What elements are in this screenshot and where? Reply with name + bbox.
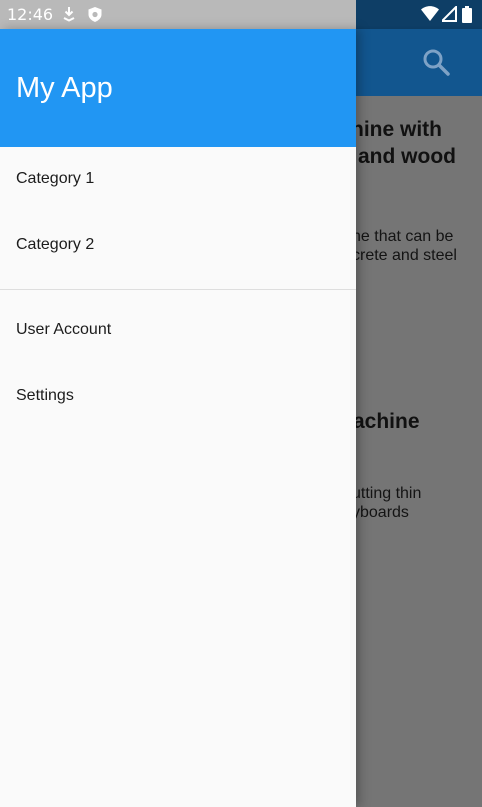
- drawer-item-category-1[interactable]: Category 1: [0, 153, 356, 209]
- drawer-item-label: Category 2: [16, 236, 95, 253]
- search-icon[interactable]: [422, 48, 450, 81]
- drawer-item-label: Category 1: [16, 170, 95, 187]
- drawer-header: My App: [0, 29, 356, 147]
- drawer-item-user-account[interactable]: User Account: [0, 304, 356, 360]
- background-content: [356, 96, 482, 807]
- drawer-item-label: Settings: [16, 387, 74, 404]
- article-2-title-line-1: achine: [353, 410, 420, 433]
- wifi-icon: [421, 6, 439, 27]
- article-2-body-line-1: utting thin: [352, 485, 422, 502]
- drawer-title: My App: [16, 72, 113, 104]
- status-bar-left: 12:46: [0, 0, 356, 29]
- navigation-drawer: My App Category 1 Category 2 User Accoun…: [0, 29, 356, 807]
- drawer-item-label: User Account: [16, 321, 112, 338]
- article-1-title-line-2: and wood: [358, 145, 456, 168]
- battery-icon: [462, 6, 472, 28]
- article-1-title-line-1: hine with: [351, 118, 442, 141]
- article-1-body-line-2: crete and steel: [352, 247, 457, 264]
- download-icon: [61, 6, 77, 27]
- article-2-body-line-2: yboards: [352, 504, 409, 521]
- drawer-divider: [0, 289, 356, 290]
- signal-icon: [439, 4, 457, 27]
- status-bar: 12:46: [0, 0, 482, 29]
- status-time: 12:46: [7, 5, 54, 24]
- article-1-body-line-1: ne that can be: [352, 228, 454, 245]
- status-bar-right: [356, 0, 482, 29]
- drawer-item-settings[interactable]: Settings: [0, 370, 356, 426]
- drawer-item-category-2[interactable]: Category 2: [0, 219, 356, 275]
- background-app-bar: [356, 29, 482, 96]
- shield-icon: [87, 6, 103, 28]
